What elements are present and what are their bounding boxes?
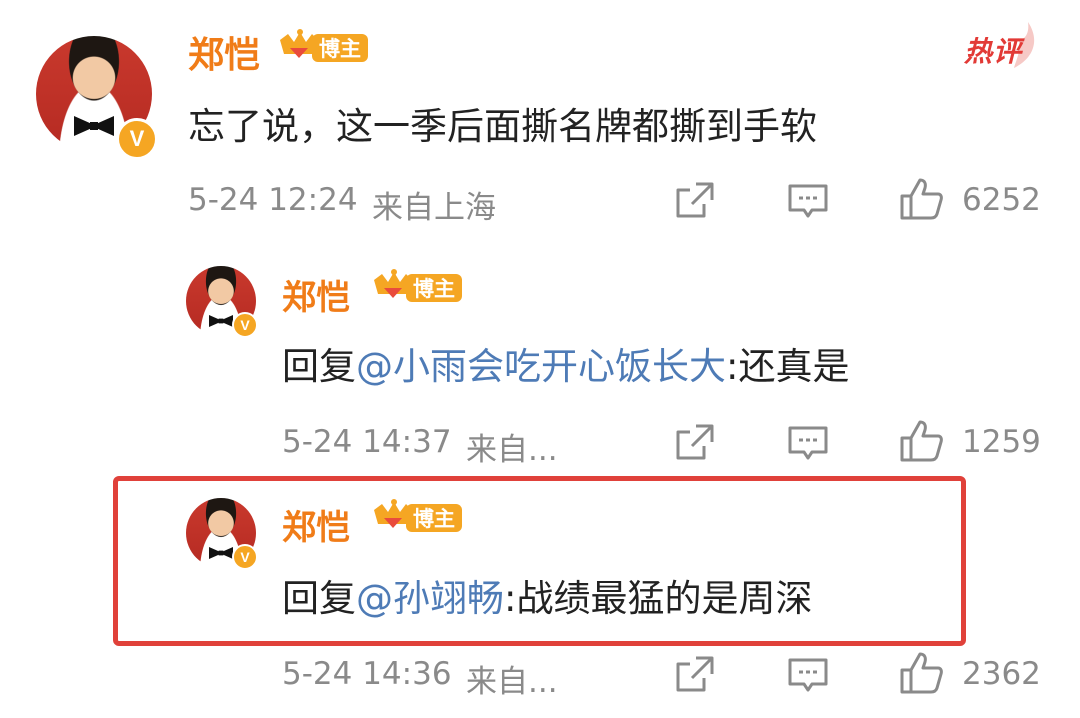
reply-prefix: 回复 <box>282 345 356 388</box>
share-icon[interactable] <box>672 180 716 220</box>
reply-location: 来自... <box>466 432 558 468</box>
reply-like-count: 1259 <box>962 424 1041 460</box>
bowtie-icon <box>209 315 233 327</box>
hot-tag-label: 热评 <box>964 35 1023 68</box>
share-icon[interactable] <box>672 422 716 462</box>
reply-avatar[interactable]: V <box>186 498 258 570</box>
mention-link[interactable]: @孙翊畅 <box>356 577 504 620</box>
reply-body: :还真是 <box>726 345 850 388</box>
comment-icon[interactable] <box>786 424 830 464</box>
reply-time: 5-24 14:37 <box>282 424 452 460</box>
like-icon[interactable] <box>898 418 944 462</box>
comment-icon[interactable] <box>786 182 830 222</box>
comment-like-count: 6252 <box>962 182 1041 218</box>
reply-text: 回复@小雨会吃开心饭长大:还真是 <box>282 336 849 390</box>
comment-icon[interactable] <box>786 656 830 696</box>
blogger-badge-label: 博主 <box>413 277 455 301</box>
reply-avatar[interactable]: V <box>186 266 258 338</box>
like-icon[interactable] <box>898 176 944 220</box>
verified-v-icon: V <box>232 312 258 338</box>
share-icon[interactable] <box>672 654 716 694</box>
blogger-badge: 博主 <box>372 498 464 538</box>
blogger-badge: 博主 <box>372 268 464 308</box>
comment-location: 来自上海 <box>372 190 496 226</box>
mention-link[interactable]: @小雨会吃开心饭长大 <box>356 345 726 388</box>
reply-username[interactable]: 郑恺 <box>282 270 350 319</box>
comment-text: 忘了说，这一季后面撕名牌都撕到手软 <box>188 105 817 148</box>
comment-username[interactable]: 郑恺 <box>188 26 260 78</box>
comment-time: 5-24 12:24 <box>188 182 358 218</box>
reply-like-count: 2362 <box>962 656 1041 692</box>
blogger-badge-label: 博主 <box>413 507 455 531</box>
reply-prefix: 回复 <box>282 577 356 620</box>
reply-time: 5-24 14:36 <box>282 656 452 692</box>
verified-v-icon: V <box>232 544 258 570</box>
verified-v-icon: V <box>116 118 158 160</box>
reply-body: :战绩最猛的是周深 <box>504 577 813 620</box>
reply-location: 来自... <box>466 664 558 700</box>
bowtie-icon <box>74 116 114 136</box>
blogger-badge-label: 博主 <box>319 37 361 61</box>
reply-text: 回复@孙翊畅:战绩最猛的是周深 <box>282 568 812 622</box>
like-icon[interactable] <box>898 650 944 694</box>
avatar[interactable]: V <box>36 36 158 160</box>
blogger-badge: 博主 <box>278 28 370 68</box>
reply-username[interactable]: 郑恺 <box>282 500 350 549</box>
hot-comment-tag: 热评 <box>962 18 1042 70</box>
bowtie-icon <box>209 547 233 559</box>
